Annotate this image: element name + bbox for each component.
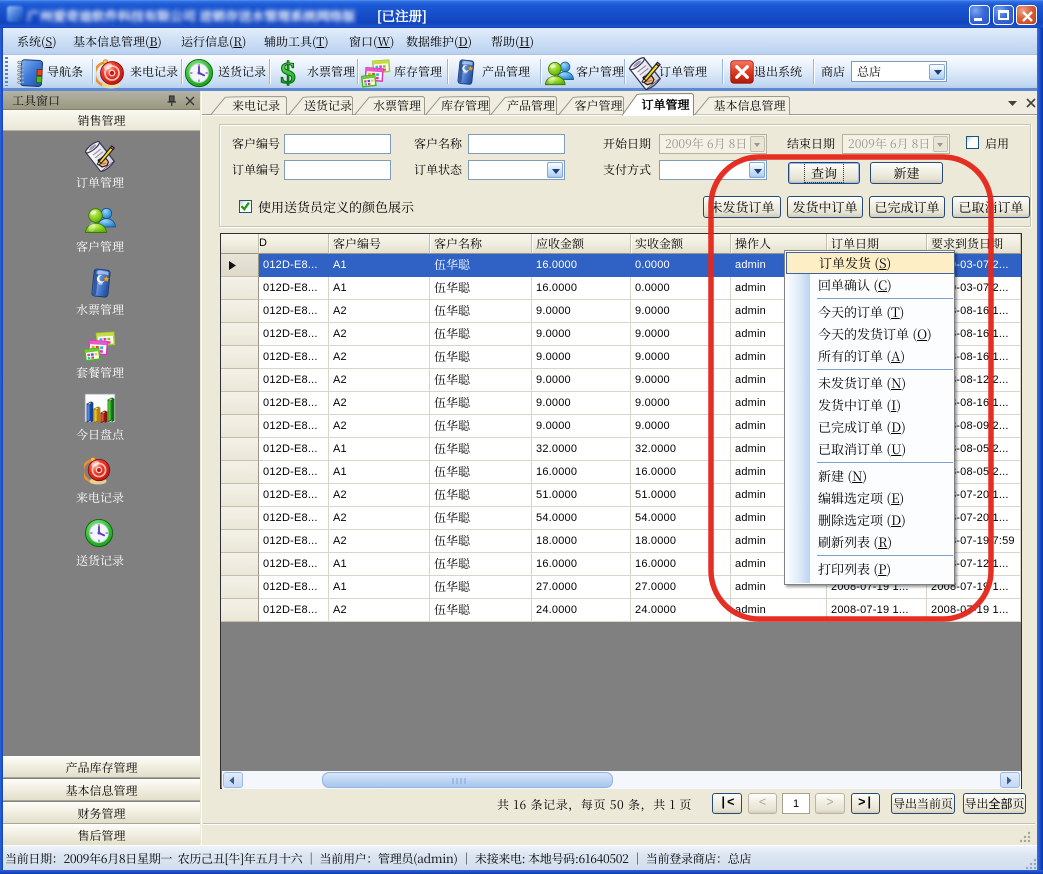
svg-text:订单管理: 订单管理 xyxy=(641,96,690,113)
svg-text:基本信息管理: 基本信息管理 xyxy=(713,97,785,114)
svg-text:送货记录: 送货记录 xyxy=(304,97,352,114)
svg-text:$: $ xyxy=(280,56,296,88)
svg-text:来电记录: 来电记录 xyxy=(232,97,280,114)
svg-text:产品管理: 产品管理 xyxy=(507,97,555,114)
svg-text:客户管理: 客户管理 xyxy=(574,97,622,114)
svg-text:库存管理: 库存管理 xyxy=(441,97,489,114)
svg-text:水票管理: 水票管理 xyxy=(373,97,421,114)
